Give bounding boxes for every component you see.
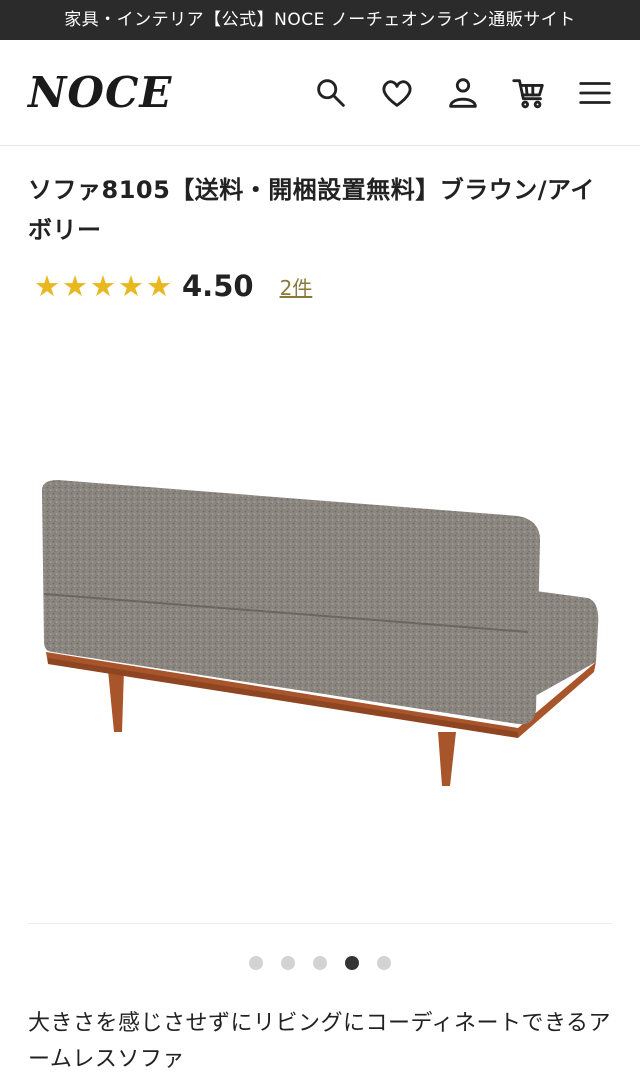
review-count-link[interactable]: 2件: [280, 272, 313, 301]
star-icon: ★: [62, 268, 88, 303]
star-icon: ★: [34, 268, 60, 303]
site-logo[interactable]: NOCE: [28, 68, 172, 117]
carousel-dot[interactable]: [281, 956, 295, 970]
carousel-dot[interactable]: [313, 956, 327, 970]
user-icon[interactable]: [440, 70, 486, 116]
carousel-dot[interactable]: [377, 956, 391, 970]
rating-stars: ★ ★ ★ ★ ★: [34, 268, 172, 303]
top-banner: 家具・インテリア【公式】NOCE ノーチェオンライン通販サイト: [0, 0, 640, 40]
product-image: [28, 330, 612, 924]
heart-icon[interactable]: [374, 70, 420, 116]
search-icon[interactable]: [308, 70, 354, 116]
menu-icon[interactable]: [572, 70, 618, 116]
carousel-indicators: [0, 956, 640, 970]
carousel-dot[interactable]: [249, 956, 263, 970]
product-description: 大きさを感じさせずにリビングにコーディネートできるアームレスソファ: [28, 1011, 612, 1072]
star-icon: ★: [118, 268, 144, 303]
product-rating: ★ ★ ★ ★ ★ 4.50 2件: [34, 266, 312, 306]
star-icon: ★: [146, 268, 172, 303]
site-header: NOCE: [0, 40, 640, 146]
sofa-illustration: [42, 480, 599, 786]
star-icon: ★: [90, 268, 116, 303]
carousel-dot[interactable]: [345, 956, 359, 970]
cart-icon[interactable]: [506, 70, 552, 116]
product-title: ソファ8105【送料・開梱設置無料】ブラウン/アイボリー: [28, 176, 595, 244]
rating-value: 4.50: [182, 269, 254, 303]
header-icons: [308, 70, 618, 116]
